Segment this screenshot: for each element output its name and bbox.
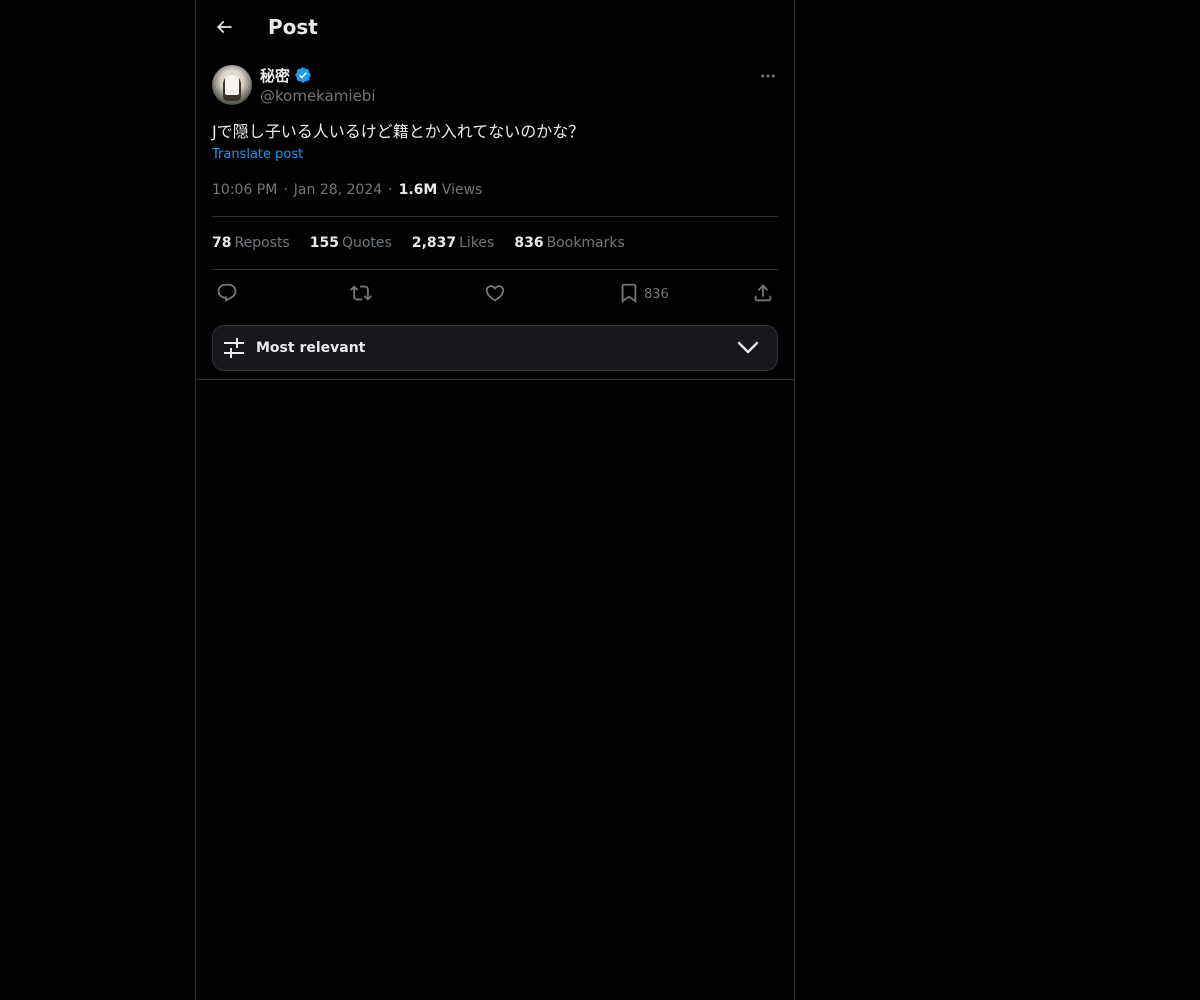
likes-stat[interactable]: 2,837 Likes	[412, 235, 495, 251]
bookmarks-stat[interactable]: 836 Bookmarks	[514, 235, 624, 251]
views-label: Views	[441, 182, 483, 198]
bookmark-icon	[621, 283, 637, 304]
bookmark-button[interactable]: 836	[618, 281, 669, 305]
header: Post	[196, 0, 794, 53]
chevron-down-icon	[737, 341, 759, 354]
divider	[212, 269, 778, 270]
avatar[interactable]	[212, 65, 252, 105]
sliders-icon	[224, 338, 244, 358]
sort-replies-dropdown[interactable]: Most relevant	[212, 325, 778, 371]
reposts-stat[interactable]: 78 Reposts	[212, 235, 290, 251]
share-icon	[754, 284, 772, 302]
bookmark-count: 836	[644, 286, 669, 302]
main-column: Post 秘密 @komekamiebi Jで隠し子いる人いるけど籍とか入れてな	[195, 0, 795, 1000]
tweet-text: Jで隠し子いる人いるけど籍とか入れてないのかな？	[212, 122, 585, 141]
user-handle[interactable]: @komekamiebi	[260, 86, 375, 106]
views-count: 1.6M	[398, 182, 438, 198]
sort-label: Most relevant	[256, 340, 366, 356]
divider	[196, 379, 794, 380]
share-button[interactable]	[752, 281, 774, 305]
page-title: Post	[268, 15, 318, 39]
display-name[interactable]: 秘密	[260, 65, 290, 86]
reply-icon	[217, 283, 237, 302]
divider	[212, 216, 778, 217]
tweet-time[interactable]: 10:06 PM	[212, 182, 277, 198]
verified-badge-icon	[295, 67, 311, 83]
tweet-date[interactable]: Jan 28, 2024	[294, 182, 382, 198]
back-button[interactable]	[208, 11, 240, 43]
repost-icon	[350, 285, 372, 301]
user-info: 秘密 @komekamiebi	[260, 64, 375, 106]
action-bar: 836	[212, 281, 778, 307]
repost-button[interactable]	[350, 281, 372, 305]
quotes-stat[interactable]: 155 Quotes	[310, 235, 392, 251]
heart-icon	[485, 285, 505, 302]
translate-post-link[interactable]: Translate post	[212, 147, 303, 163]
arrow-left-icon	[216, 20, 232, 34]
tweet-meta: 10:06 PM · Jan 28, 2024 · 1.6M Views	[212, 182, 483, 198]
more-dots-icon	[761, 74, 775, 78]
more-options-button[interactable]	[758, 66, 778, 86]
like-button[interactable]	[484, 281, 506, 305]
reply-button[interactable]	[216, 281, 238, 305]
stats-row: 78 Reposts 155 Quotes 2,837 Likes 836 Bookma…	[212, 235, 645, 251]
